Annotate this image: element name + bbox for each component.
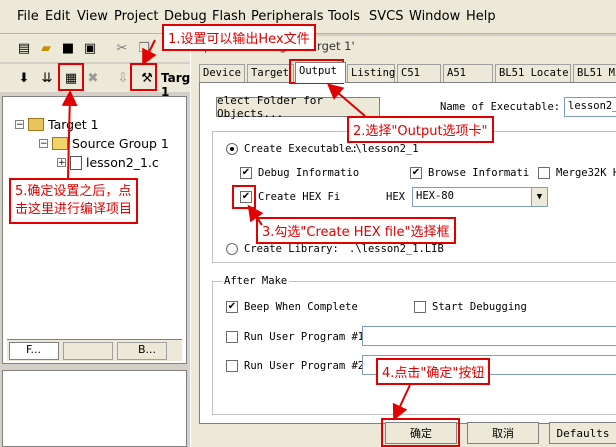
arrow-step5 <box>61 90 78 179</box>
tab-output[interactable]: Output <box>295 62 346 83</box>
arrow-step3 <box>247 204 264 226</box>
arrow-step4 <box>392 384 411 421</box>
arrow-step2 <box>326 83 366 117</box>
arrow-step1 <box>142 39 157 66</box>
